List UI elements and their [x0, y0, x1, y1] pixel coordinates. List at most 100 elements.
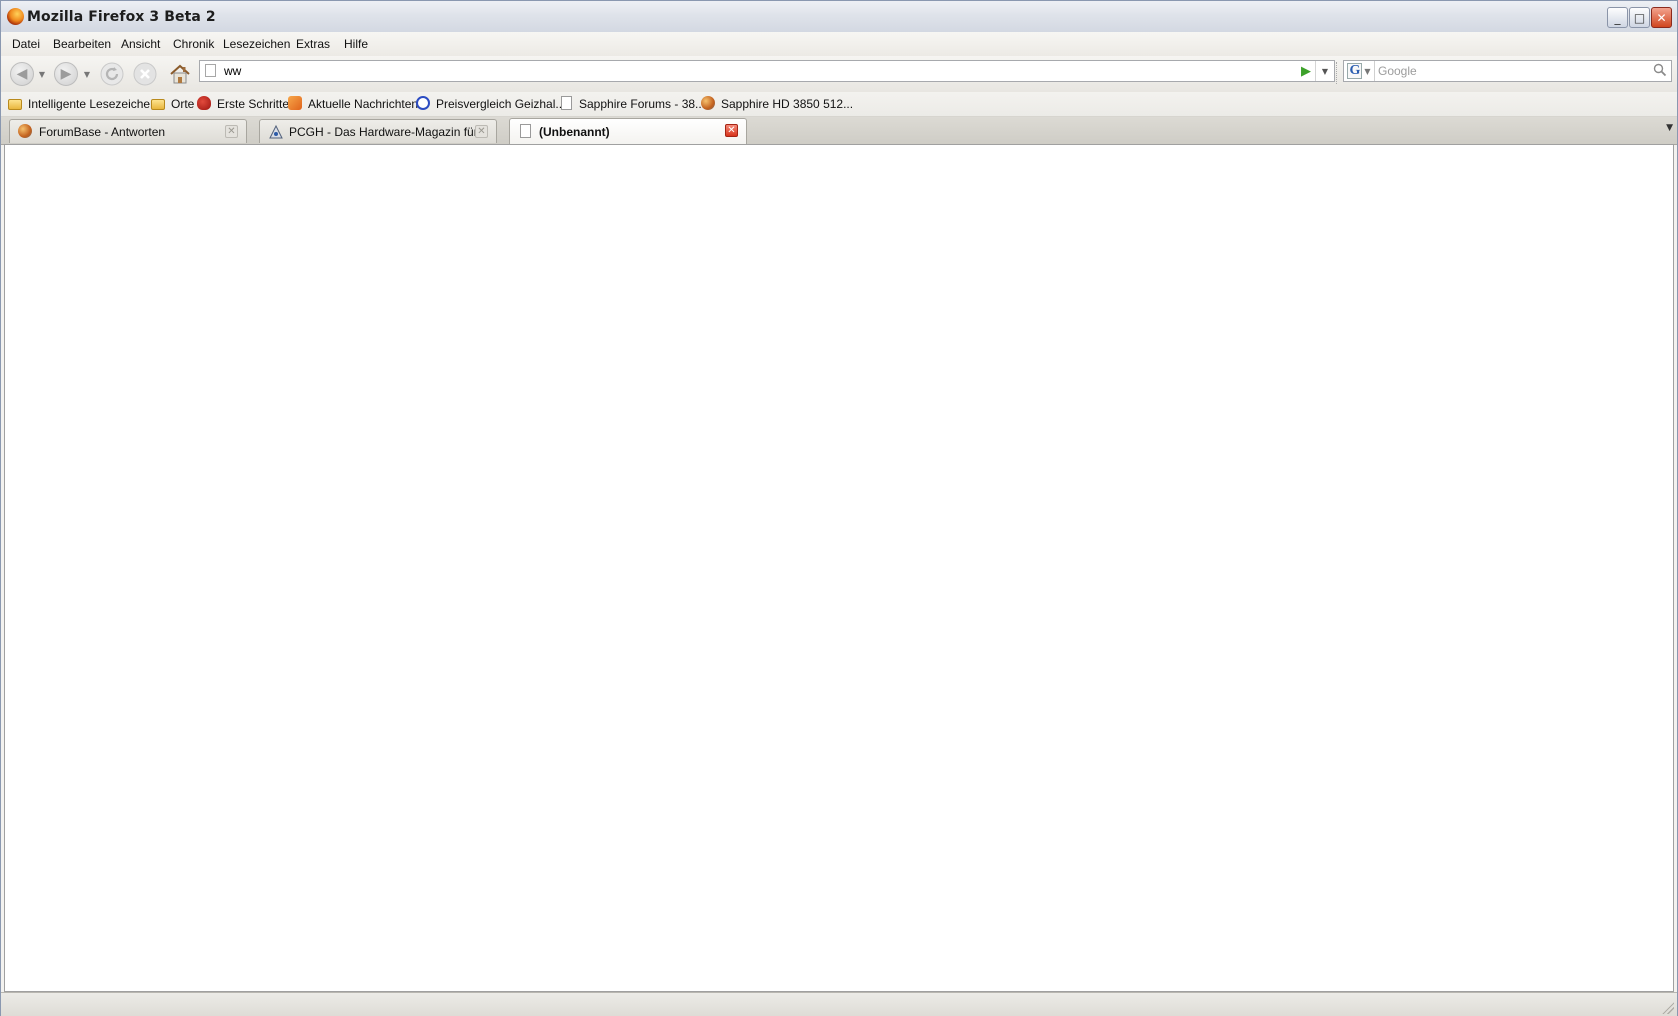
bookmark-sapphire-forums[interactable]: Sapphire Forums - 38...	[559, 95, 705, 113]
toolbar-splitter[interactable]	[1336, 62, 1339, 84]
chevron-down-icon: ▼	[83, 69, 91, 79]
sapphire-shape	[18, 123, 32, 138]
bookmark-erste-schritte[interactable]: Erste Schritte	[197, 95, 289, 113]
folder-icon	[151, 96, 167, 112]
search-bar[interactable]: G ▼	[1343, 60, 1672, 82]
close-window-button[interactable]: ✕	[1651, 7, 1672, 28]
tab-close-button[interactable]: ✕	[725, 124, 738, 137]
url-input[interactable]	[224, 63, 1254, 79]
pcgh-shape	[269, 124, 283, 138]
back-button[interactable]: ◀	[9, 60, 35, 88]
google-icon: G	[1347, 63, 1363, 79]
all-tabs-dropdown[interactable]: ▼	[1666, 123, 1673, 133]
menu-ansicht[interactable]: Ansicht	[116, 35, 165, 53]
status-bar	[1, 992, 1677, 1016]
menu-ansicht-label: Ansicht	[121, 37, 161, 51]
rss-icon	[288, 96, 304, 112]
folder-icon	[8, 96, 24, 112]
rss-shape	[288, 96, 302, 110]
folder-shape	[8, 99, 22, 110]
reload-button[interactable]	[99, 60, 125, 88]
geizhals-shape	[416, 96, 430, 110]
bookmark-label: Preisvergleich Geizhal...	[436, 97, 566, 111]
menu-lesezeichen[interactable]: Lesezeichen	[218, 35, 295, 53]
search-engine-button[interactable]: G ▼	[1344, 61, 1375, 81]
tab-label: ForumBase - Antworten	[39, 124, 166, 139]
tab-forumbase[interactable]: ForumBase - Antworten ✕	[9, 119, 247, 143]
home-button[interactable]	[166, 60, 194, 88]
sapphire-icon	[18, 123, 34, 140]
page-shape	[561, 96, 572, 110]
bookmark-orte[interactable]: Orte	[151, 95, 194, 113]
page-icon	[518, 123, 534, 140]
page-icon	[559, 96, 575, 112]
folder-shape	[151, 99, 165, 110]
sapphire-shape	[701, 96, 715, 110]
tab-unbenannt[interactable]: (Unbenannt) ✕	[509, 118, 747, 144]
window-title: Mozilla Firefox 3 Beta 2	[27, 9, 216, 25]
redhat-shape	[197, 96, 211, 110]
menu-lesezeichen-label: Lesezeichen	[223, 37, 291, 51]
firefox-logo-icon[interactable]	[7, 8, 24, 25]
page-content-area[interactable]	[4, 144, 1674, 992]
menu-chronik[interactable]: Chronik	[168, 35, 219, 53]
sapphire-icon	[701, 96, 717, 112]
menu-hilfe[interactable]: Hilfe	[339, 35, 373, 53]
page-favicon-icon	[205, 64, 216, 77]
reload-icon	[100, 62, 124, 86]
tab-bar: ForumBase - Antworten ✕ PCGH - Das Hardw…	[1, 117, 1677, 145]
home-icon	[170, 64, 190, 84]
stop-button[interactable]	[132, 60, 158, 88]
stop-icon	[133, 62, 157, 86]
go-button[interactable]: ▶	[1298, 63, 1314, 79]
url-bar[interactable]: ▶ ▼	[199, 60, 1335, 82]
title-bar[interactable]: Mozilla Firefox 3 Beta 2 _ □ ✕	[1, 1, 1677, 33]
forward-history-dropdown[interactable]: ▼	[82, 60, 92, 88]
menu-extras-label: Extras	[296, 37, 331, 51]
chevron-down-icon: ▼	[1321, 66, 1329, 76]
bookmark-label: Aktuelle Nachrichten	[308, 97, 419, 111]
back-arrow-icon: ◀	[10, 62, 34, 86]
magnifier-icon[interactable]	[1653, 63, 1667, 77]
bookmark-label: Sapphire Forums - 38...	[579, 97, 706, 111]
tab-label: (Unbenannt)	[539, 124, 610, 139]
bookmark-preisvergleich[interactable]: Preisvergleich Geizhal...	[416, 95, 565, 113]
bookmarks-toolbar: Intelligente Lesezeichen Orte Erste Schr…	[1, 92, 1677, 117]
minimize-button[interactable]: _	[1607, 7, 1628, 28]
tab-close-button[interactable]: ✕	[225, 125, 238, 138]
bookmark-label: Orte	[171, 97, 195, 111]
url-history-dropdown[interactable]: ▼	[1315, 61, 1334, 81]
resize-grip-icon[interactable]	[1662, 1002, 1674, 1014]
redhat-icon	[197, 96, 213, 112]
menu-bearbeiten-label: Bearbeiten	[53, 37, 112, 51]
forward-button[interactable]: ▶	[53, 60, 79, 88]
search-input[interactable]	[1378, 63, 1638, 79]
page-shape	[520, 123, 531, 138]
menu-extras[interactable]: Extras	[291, 35, 335, 53]
back-history-dropdown[interactable]: ▼	[37, 60, 47, 88]
menu-datei-label: Datei	[12, 37, 41, 51]
tab-label: PCGH - Das Hardware-Magazin für PC-...	[289, 124, 479, 139]
bookmark-label: Sapphire HD 3850 512...	[721, 97, 854, 111]
tab-pcgh[interactable]: PCGH - Das Hardware-Magazin für PC-... ✕	[259, 119, 497, 143]
tab-close-button[interactable]: ✕	[475, 125, 488, 138]
pcgh-icon	[268, 124, 284, 140]
menu-hilfe-label: Hilfe	[344, 37, 369, 51]
forward-arrow-icon: ▶	[54, 62, 78, 86]
bookmark-label: Intelligente Lesezeichen	[28, 97, 157, 111]
go-arrow-icon: ▶	[1301, 63, 1311, 79]
geizhals-icon	[416, 96, 432, 112]
navigation-toolbar: ◀ ▼ ▶ ▼ ww ▶ ▼ G ▼ Google	[1, 56, 1677, 92]
chevron-down-icon: ▼	[38, 69, 46, 79]
chevron-down-icon: ▼	[1364, 66, 1371, 76]
menu-bar: Datei Bearbeiten Ansicht Chronik Lesezei…	[1, 32, 1677, 79]
menu-chronik-label: Chronik	[173, 37, 215, 51]
menu-bearbeiten[interactable]: Bearbeiten	[48, 35, 116, 53]
maximize-button[interactable]: □	[1629, 7, 1650, 28]
bookmark-sapphire-hd[interactable]: Sapphire HD 3850 512...	[701, 95, 853, 113]
menu-datei[interactable]: Datei	[7, 35, 45, 53]
bookmark-label: Erste Schritte	[217, 97, 290, 111]
browser-window: Mozilla Firefox 3 Beta 2 _ □ ✕ Datei Bea…	[0, 0, 1678, 1016]
bookmark-intelligente-lesezeichen[interactable]: Intelligente Lesezeichen	[8, 95, 157, 113]
bookmark-aktuelle-nachrichten[interactable]: Aktuelle Nachrichten	[288, 95, 418, 113]
